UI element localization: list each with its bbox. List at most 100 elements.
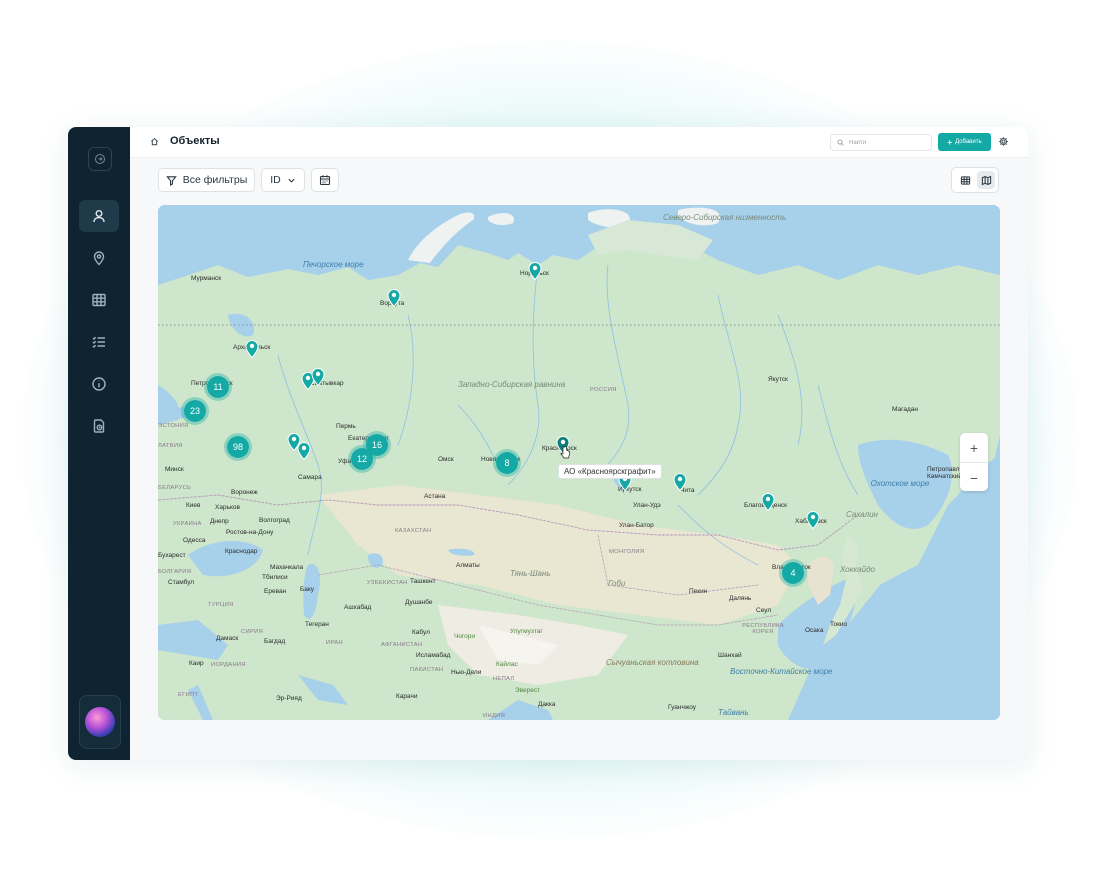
map-label: Самара — [298, 474, 322, 481]
map-label: Ереван — [264, 588, 287, 595]
map-label: Омск — [438, 456, 454, 463]
map-label: Бухарест — [158, 552, 186, 559]
map-pin-marker[interactable] — [673, 472, 687, 491]
map-label: ПАКИСТАН — [410, 667, 444, 673]
map-label: Краснодар — [225, 548, 258, 555]
map-pin-marker[interactable] — [806, 510, 820, 529]
search-input[interactable] — [847, 138, 931, 147]
map-pin-marker[interactable] — [311, 367, 325, 386]
table-view-button[interactable] — [956, 171, 974, 189]
document-clock-icon — [93, 419, 105, 433]
collapse-toggle-button[interactable] — [88, 147, 112, 171]
zoom-out-button[interactable]: − — [960, 463, 988, 492]
sidebar-item-reports[interactable] — [79, 410, 119, 442]
user-profile-button[interactable] — [79, 695, 121, 749]
map-label: Западно-Сибирская равнина — [458, 380, 566, 389]
map-label: Алматы — [456, 562, 480, 569]
map-label: СИРИЯ — [241, 629, 264, 635]
map-label: Кайлас — [496, 661, 518, 668]
cluster-marker[interactable]: 98 — [224, 433, 252, 461]
sidebar-item-locations[interactable] — [79, 242, 119, 274]
avatar — [85, 707, 115, 737]
map-label: Охотское море — [870, 479, 930, 488]
page-title: Объекты — [170, 135, 220, 147]
map-label: Гоби — [608, 579, 626, 588]
sidebar-item-table[interactable] — [79, 284, 119, 316]
sidebar-item-info[interactable] — [79, 368, 119, 400]
search-box[interactable] — [830, 134, 932, 151]
map-pin-marker[interactable] — [761, 492, 775, 511]
map-label: Кабул — [412, 629, 430, 636]
add-button-label: Добавить — [955, 139, 982, 145]
cluster-marker[interactable]: 11 — [204, 373, 232, 401]
map-pin-marker[interactable] — [528, 261, 542, 280]
marker-tooltip: АО «Красноярскграфит» — [558, 464, 662, 479]
gear-icon[interactable] — [998, 136, 1009, 147]
map-pin-marker[interactable] — [297, 441, 311, 460]
sidebar-item-users[interactable] — [79, 200, 119, 232]
header: Объекты + Добавить — [130, 127, 1028, 158]
date-picker-button[interactable] — [311, 168, 339, 192]
cluster-marker[interactable]: 4 — [779, 559, 807, 587]
all-filters-button[interactable]: Все фильтры — [158, 168, 255, 192]
map-label: Улугмузтаг — [510, 628, 543, 635]
map-label: Каир — [189, 660, 204, 667]
map-label: Волгоград — [259, 517, 290, 524]
plus-icon: + — [947, 137, 953, 147]
map-label: БЕЛАРУСЬ — [158, 485, 192, 491]
chevron-down-icon — [288, 178, 295, 183]
map-label: Киев — [186, 502, 201, 509]
map-label: ИРАН — [326, 640, 343, 646]
map-label: Тегеран — [305, 621, 329, 628]
map-label: Баку — [300, 586, 315, 593]
id-select[interactable]: ID — [261, 168, 305, 192]
map-label: Дакка — [538, 701, 556, 708]
map-label: Далянь — [729, 595, 752, 602]
map-label: УЗБЕКИСТАН — [367, 580, 408, 586]
home-icon[interactable] — [150, 137, 159, 146]
sidebar-item-tasks[interactable] — [79, 326, 119, 358]
arrow-right-circle-icon — [94, 153, 106, 165]
table-icon — [92, 293, 106, 307]
map-view-button[interactable] — [977, 171, 995, 189]
map-pin-icon — [93, 251, 105, 266]
zoom-in-button[interactable]: + — [960, 433, 988, 463]
map-label: Багдад — [264, 638, 286, 645]
map-pin-marker[interactable] — [387, 288, 401, 307]
map-view[interactable]: Мурманск Печорское море Воркута Норильск… — [158, 205, 1000, 720]
table-icon — [960, 175, 970, 185]
map-label: Чогори — [454, 633, 476, 640]
map-label: Ростов-на-Дону — [226, 529, 274, 536]
map-label: РОССИЯ — [590, 387, 617, 393]
map-pin-marker[interactable] — [245, 339, 259, 358]
search-icon — [837, 139, 844, 146]
cluster-marker[interactable]: 23 — [181, 397, 209, 425]
map-label: Шанхай — [718, 652, 742, 659]
map-label: МОНГОЛИЯ — [609, 549, 645, 555]
map-icon — [981, 175, 991, 185]
view-toggle — [951, 167, 999, 193]
add-button[interactable]: + Добавить — [938, 133, 991, 151]
filter-icon — [165, 175, 177, 186]
id-select-label: ID — [270, 174, 281, 186]
map-label: Махачкала — [270, 564, 304, 571]
map-label: ЛАТВИЯ — [158, 443, 183, 449]
cluster-marker[interactable]: 8 — [493, 449, 521, 477]
all-filters-label: Все фильтры — [182, 174, 248, 186]
map-label: Ташкент — [410, 578, 436, 585]
map-label: УКРАИНА — [173, 521, 202, 527]
map-label: Сычуаньская котловина — [606, 658, 699, 667]
map-label: Астана — [424, 493, 446, 500]
cluster-marker[interactable]: 12 — [348, 445, 376, 473]
map-label: Карачи — [396, 693, 418, 700]
map-label: Одесса — [183, 537, 206, 544]
map-label: Токио — [830, 621, 848, 628]
map-label: Нью-Дели — [451, 669, 482, 676]
map-label: Северо-Сибирская низменность — [663, 213, 787, 222]
map-label: ИОРДАНИЯ — [211, 662, 246, 668]
map-label: Восточно-Китайское море — [730, 667, 833, 676]
cursor-icon — [560, 446, 570, 459]
map-label: Душанбе — [405, 599, 433, 606]
map-label: Днепр — [210, 518, 229, 525]
map-label: Минск — [165, 466, 184, 473]
